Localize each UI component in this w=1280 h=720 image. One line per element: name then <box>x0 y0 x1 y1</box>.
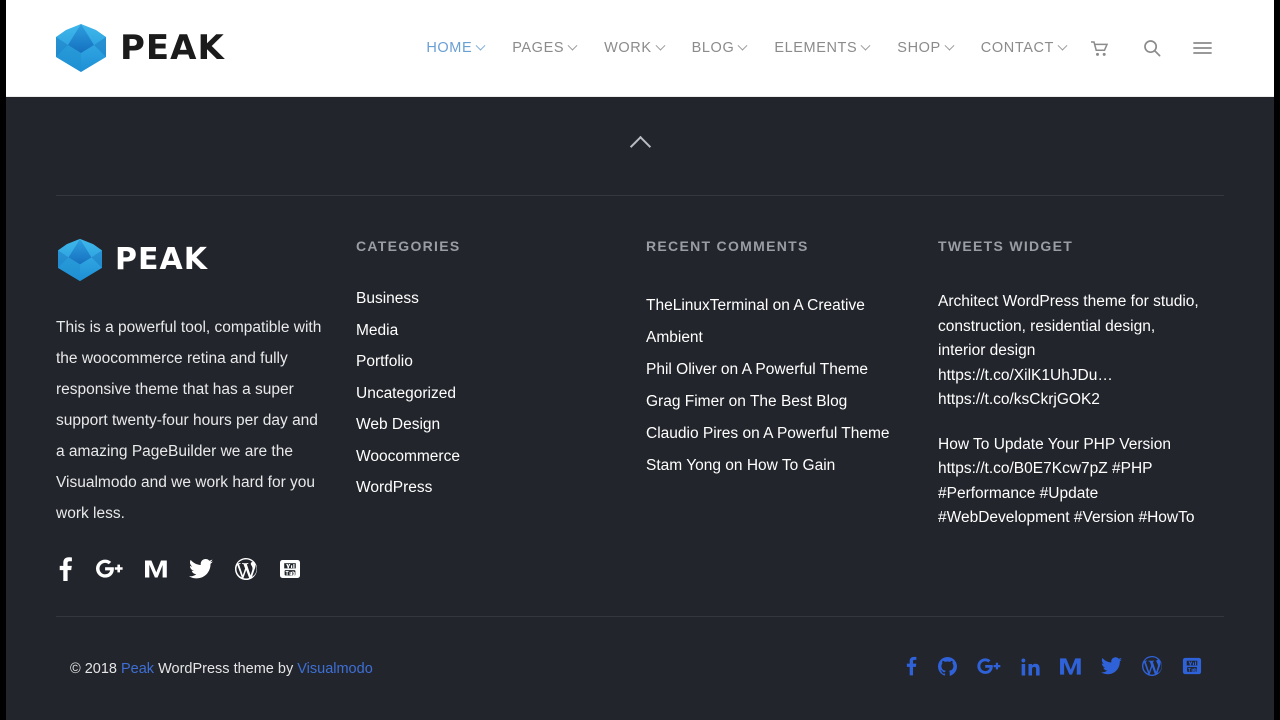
facebook-icon[interactable] <box>56 557 74 586</box>
category-link-media[interactable]: Media <box>356 322 398 339</box>
wordpress-icon[interactable] <box>235 558 257 585</box>
category-link-wordpress[interactable]: WordPress <box>356 479 432 496</box>
footer-widget-columns: PEAK This is a powerful tool, compatible… <box>56 196 1224 586</box>
chevron-down-icon <box>475 40 486 51</box>
letterbox-left <box>0 0 6 720</box>
footer-bottom-social-links <box>904 656 1202 681</box>
footer-brand-logo[interactable]: PEAK <box>56 238 334 282</box>
brand-logo-link[interactable]: PEAK <box>54 23 225 73</box>
comment-item-1[interactable]: TheLinuxTerminal on A Creative Ambient <box>646 290 916 354</box>
nav-label-elements: ELEMENTS <box>774 40 858 56</box>
nav-item-work[interactable]: WORK <box>590 40 678 56</box>
comment-item-4[interactable]: Claudio Pires on A Powerful Theme <box>646 418 916 450</box>
list-item: Media <box>356 322 624 340</box>
nav-item-blog[interactable]: BLOG <box>678 40 761 56</box>
category-link-uncategorized[interactable]: Uncategorized <box>356 385 456 402</box>
category-link-business[interactable]: Business <box>356 290 419 307</box>
list-item: Web Design <box>356 416 624 434</box>
categories-widget-title: CATEGORIES <box>356 238 461 254</box>
copyright-prefix: © 2018 <box>70 660 121 677</box>
nav-item-home[interactable]: HOME <box>412 40 498 56</box>
copyright-text: © 2018 Peak WordPress theme by Visualmod… <box>70 661 373 677</box>
nav-label-home: HOME <box>426 40 473 56</box>
facebook-icon[interactable] <box>904 656 918 681</box>
nav-item-elements[interactable]: ELEMENTS <box>760 40 883 56</box>
copyright-middle: WordPress theme by <box>154 660 298 677</box>
github-icon[interactable] <box>938 656 957 681</box>
comment-item-3[interactable]: Grag Fimer on The Best Blog <box>646 386 916 418</box>
youtube-icon[interactable] <box>279 558 301 585</box>
hamburger-menu-icon[interactable] <box>1193 41 1212 55</box>
youtube-icon[interactable] <box>1182 656 1202 681</box>
chevron-down-icon <box>944 40 955 51</box>
category-link-woocommerce[interactable]: Woocommerce <box>356 448 460 465</box>
peak-crown-logo-icon <box>54 23 108 73</box>
nav-label-pages: PAGES <box>512 40 565 56</box>
site-header: PEAK HOME PAGES WORK BLOG ELEMENTS SHOP … <box>6 0 1274 97</box>
copyright-link-peak[interactable]: Peak <box>121 661 154 677</box>
footer-column-tweets: TWEETS WIDGET Architect WordPress theme … <box>938 238 1224 586</box>
comment-item-2[interactable]: Phil Oliver on A Powerful Theme <box>646 354 916 386</box>
chevron-down-icon <box>1057 40 1068 51</box>
recent-comments-list: TheLinuxTerminal on A Creative Ambient P… <box>646 290 916 482</box>
nav-item-contact[interactable]: CONTACT <box>967 40 1080 56</box>
chevron-down-icon <box>567 40 578 51</box>
chevron-up-icon <box>629 135 651 157</box>
tweets-widget-title: TWEETS WIDGET <box>938 238 1074 254</box>
wordpress-icon[interactable] <box>1142 656 1162 681</box>
search-icon[interactable] <box>1143 39 1161 57</box>
footer-column-recent-comments: RECENT COMMENTS TheLinuxTerminal on A Cr… <box>646 238 938 586</box>
peak-crown-logo-icon <box>56 238 104 282</box>
chevron-down-icon <box>860 40 871 51</box>
google-plus-icon[interactable] <box>977 657 1001 681</box>
copyright-link-visualmodo[interactable]: Visualmodo <box>297 661 373 677</box>
peak-crown-logo-svg <box>58 238 102 282</box>
browser-viewport: PEAK HOME PAGES WORK BLOG ELEMENTS SHOP … <box>6 0 1274 720</box>
list-item: Portfolio <box>356 353 624 371</box>
nav-label-blog: BLOG <box>691 40 735 56</box>
nav-label-shop: SHOP <box>897 40 941 56</box>
categories-list: Business Media Portfolio Uncategorized W… <box>356 290 624 497</box>
chevron-down-icon <box>655 40 666 51</box>
twitter-icon[interactable] <box>1101 657 1122 680</box>
list-item: Business <box>356 290 624 308</box>
letterbox-right <box>1274 0 1280 720</box>
nav-label-work: WORK <box>604 40 652 56</box>
footer-column-categories: CATEGORIES Business Media Portfolio Unca… <box>356 238 646 586</box>
nav-item-shop[interactable]: SHOP <box>883 40 967 56</box>
footer-bottom-bar: © 2018 Peak WordPress theme by Visualmod… <box>6 617 1274 720</box>
peak-crown-logo-svg <box>56 24 106 72</box>
twitter-icon[interactable] <box>189 559 213 584</box>
tweet-item-1: Architect WordPress theme for studio, co… <box>938 293 1199 408</box>
recent-comments-widget-title: RECENT COMMENTS <box>646 238 809 254</box>
footer-social-links <box>56 557 334 586</box>
category-link-web-design[interactable]: Web Design <box>356 416 440 433</box>
medium-icon[interactable] <box>145 559 167 584</box>
nav-item-pages[interactable]: PAGES <box>498 40 590 56</box>
cart-icon[interactable] <box>1090 40 1109 57</box>
comment-item-5[interactable]: Stam Yong on How To Gain <box>646 450 916 482</box>
brand-wordmark: PEAK <box>120 28 225 68</box>
list-item: Uncategorized <box>356 385 624 403</box>
footer-brand-wordmark: PEAK <box>115 242 208 277</box>
linkedin-icon[interactable] <box>1021 657 1040 681</box>
scroll-to-top-button[interactable] <box>6 97 1274 195</box>
footer-about-text: This is a powerful tool, compatible with… <box>56 319 322 522</box>
tweet-item-2: How To Update Your PHP Version https://t… <box>938 435 1195 527</box>
medium-icon[interactable] <box>1060 657 1081 681</box>
list-item: Woocommerce <box>356 448 624 466</box>
category-link-portfolio[interactable]: Portfolio <box>356 353 413 370</box>
footer-column-about: PEAK This is a powerful tool, compatible… <box>56 238 356 586</box>
chevron-down-icon <box>737 40 748 51</box>
main-navigation: HOME PAGES WORK BLOG ELEMENTS SHOP CONTA… <box>412 39 1212 57</box>
google-plus-icon[interactable] <box>96 558 123 585</box>
page-root: PEAK HOME PAGES WORK BLOG ELEMENTS SHOP … <box>0 0 1280 720</box>
site-footer: PEAK This is a powerful tool, compatible… <box>6 97 1274 720</box>
nav-label-contact: CONTACT <box>980 40 1054 56</box>
list-item: WordPress <box>356 479 624 497</box>
